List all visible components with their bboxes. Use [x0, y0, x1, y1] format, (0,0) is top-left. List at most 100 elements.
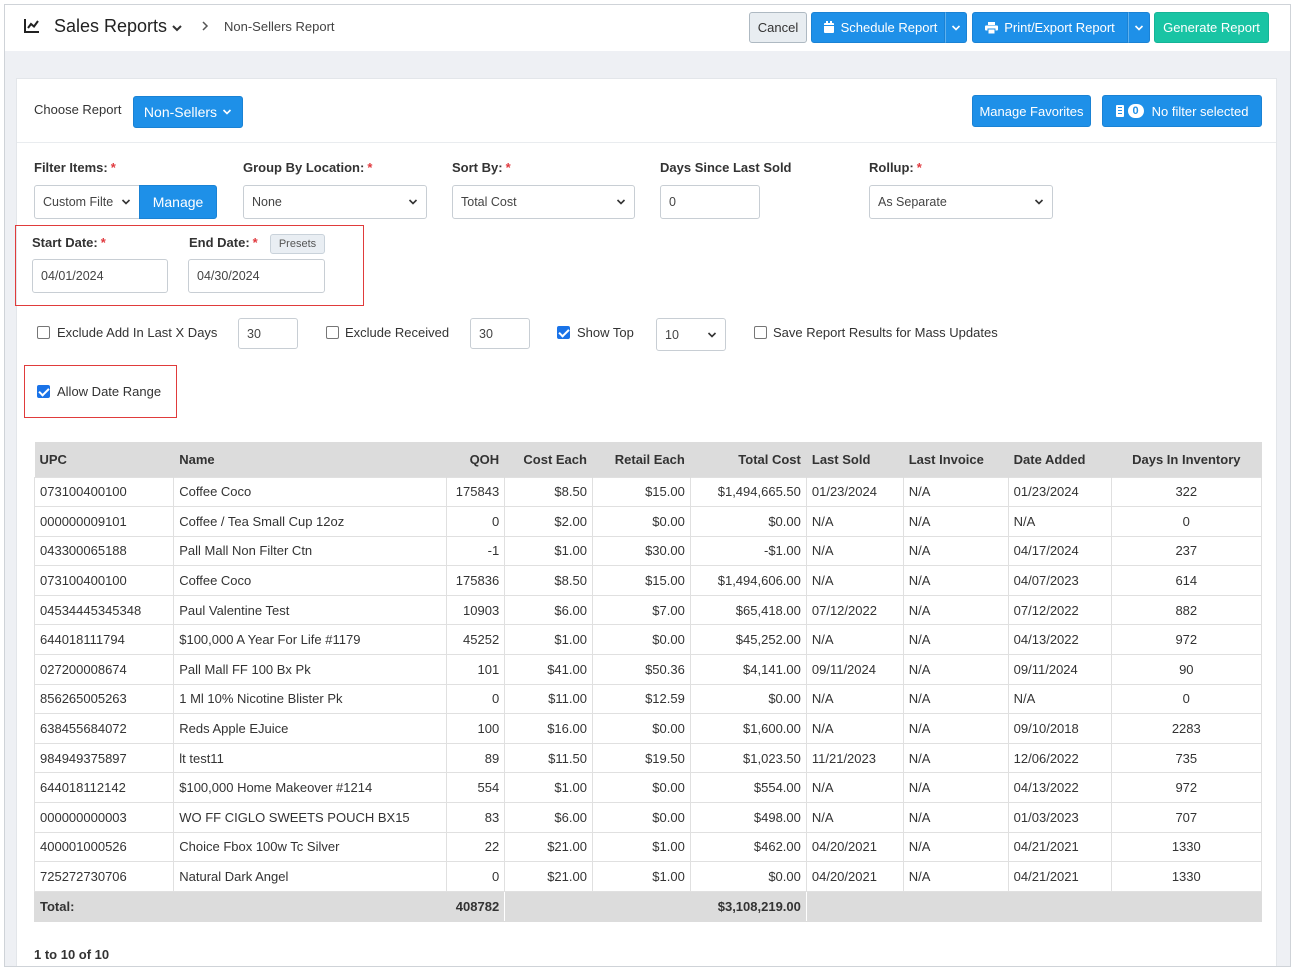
table-cell: $0.00: [591, 713, 691, 744]
table-cell: 04/07/2023: [1007, 565, 1112, 596]
table-row[interactable]: 644018112142 $100,000 Home Makeover #1214…: [33, 772, 1263, 804]
table-cell: N/A: [805, 772, 904, 804]
table-cell: $30.00: [591, 535, 691, 567]
cancel-button[interactable]: Cancel: [749, 12, 807, 43]
table-cell: 04/21/2021: [1007, 861, 1112, 892]
show-top-select[interactable]: 10: [656, 318, 726, 351]
report-table: UPC Name QOH Cost Each Retail Each Total…: [33, 442, 1263, 922]
table-cell: 10903: [445, 594, 506, 626]
table-cell: $1.00: [504, 624, 593, 656]
table-cell: $65,418.00: [689, 594, 807, 626]
filter-items-select[interactable]: Custom Filte: [34, 185, 140, 219]
start-date-label: Start Date: *: [32, 235, 106, 250]
group-by-select[interactable]: None: [243, 185, 427, 219]
presets-button[interactable]: Presets: [270, 234, 325, 254]
table-cell: N/A: [805, 565, 904, 596]
table-cell: 1330: [1110, 861, 1263, 892]
table-row[interactable]: 644018111794 $100,000 A Year For Life #11…: [33, 624, 1263, 656]
table-cell: N/A: [1007, 683, 1112, 715]
table-cell: $6.00: [504, 802, 593, 833]
table-cell: 644018112142: [33, 772, 175, 804]
table-row[interactable]: 984949375897 lt test11 89 $11.50 $19.50 $1,02…: [33, 742, 1263, 774]
table-cell: 735: [1110, 742, 1263, 774]
table-row[interactable]: 000000009101 Coffee / Tea Small Cup 12oz 0…: [33, 506, 1263, 537]
table-cell: 0: [445, 861, 506, 892]
column-header[interactable]: QOH: [446, 442, 506, 477]
table-cell: 000000009101: [33, 506, 175, 537]
table-row[interactable]: 000000000003 WO FF CIGLO SWEETS POUCH BX1…: [33, 802, 1263, 833]
schedule-report-label: Schedule Report: [840, 20, 938, 35]
table-row[interactable]: 725272730706 Natural Dark Angel 0 $21.00 $1.…: [33, 861, 1263, 892]
table-row[interactable]: 043300065188 Pall Mall Non Filter Ctn -1 $1…: [33, 535, 1263, 567]
column-header[interactable]: Retail Each: [592, 442, 691, 477]
table-cell: $1.00: [504, 535, 593, 567]
exclude-received-checkbox[interactable]: [326, 326, 339, 339]
table-row[interactable]: 400001000526 Choice Fbox 100w Tc Silver 22…: [33, 831, 1263, 863]
table-cell: $2.00: [504, 506, 593, 537]
exclude-add-checkbox[interactable]: [37, 326, 50, 339]
table-cell: N/A: [902, 742, 1009, 774]
table-cell: N/A: [902, 831, 1009, 863]
table-cell: 972: [1110, 772, 1263, 804]
table-row[interactable]: 073100400100 Coffee Coco 175843 $8.50 $15.00…: [33, 476, 1263, 508]
table-cell: Reds Apple EJuice: [173, 713, 447, 744]
table-cell: $1.00: [504, 772, 593, 804]
schedule-report-button[interactable]: Schedule Report: [811, 12, 945, 43]
show-top-value: 10: [665, 327, 679, 342]
table-cell: N/A: [805, 624, 904, 656]
table-cell: 07/12/2022: [1007, 594, 1112, 626]
table-cell: 175843: [445, 476, 506, 508]
table-cell: 90: [1110, 654, 1263, 685]
exclude-received-days-input[interactable]: 30: [470, 318, 530, 349]
table-row[interactable]: 04534445345348 Paul Valentine Test 10903 $6…: [33, 594, 1263, 626]
sort-by-select[interactable]: Total Cost: [452, 185, 635, 219]
column-header[interactable]: Name: [173, 442, 447, 477]
schedule-dropdown-toggle[interactable]: [945, 12, 967, 43]
table-row[interactable]: 027200008674 Pall Mall FF 100 Bx Pk 101 $41…: [33, 654, 1263, 685]
manage-favorites-button[interactable]: Manage Favorites: [972, 95, 1091, 127]
save-results-checkbox[interactable]: [754, 326, 767, 339]
column-header[interactable]: Total Cost: [690, 442, 807, 477]
column-header[interactable]: Days In Inventory: [1111, 442, 1263, 477]
table-cell: $1,494,665.50: [689, 476, 807, 508]
allow-date-range-checkbox[interactable]: [37, 385, 50, 398]
table-cell: $11.00: [504, 683, 593, 715]
table-cell: $100,000 Home Makeover #1214: [173, 772, 447, 804]
show-top-checkbox[interactable]: [557, 326, 570, 339]
chevron-down-icon[interactable]: [171, 21, 183, 36]
manage-filter-button[interactable]: Manage: [139, 185, 217, 219]
table-cell: 554: [445, 772, 506, 804]
table-row[interactable]: 638455684072 Reds Apple EJuice 100 $16.00 $0…: [33, 713, 1263, 744]
table-row[interactable]: 856265005263 1 Ml 10% Nicotine Blister Pk…: [33, 683, 1263, 715]
table-cell: 882: [1110, 594, 1263, 626]
rollup-select[interactable]: As Separate: [869, 185, 1053, 219]
table-cell: N/A: [902, 476, 1009, 508]
column-header[interactable]: UPC: [34, 442, 175, 477]
table-cell: N/A: [902, 624, 1009, 656]
days-since-input[interactable]: 0: [660, 185, 760, 219]
print-dropdown-toggle[interactable]: [1128, 12, 1150, 43]
column-header[interactable]: Last Invoice: [903, 442, 1009, 477]
table-cell: 83: [445, 802, 506, 833]
column-header[interactable]: Last Sold: [806, 442, 904, 477]
column-header[interactable]: Date Added: [1008, 442, 1112, 477]
table-cell: 0: [1110, 683, 1263, 715]
table-cell: -$1.00: [689, 535, 807, 567]
exclude-add-days-input[interactable]: 30: [238, 318, 298, 349]
table-cell: $0.00: [591, 802, 691, 833]
table-cell: $15.00: [591, 565, 691, 596]
column-header[interactable]: Cost Each: [504, 442, 593, 477]
table-cell: 707: [1110, 802, 1263, 833]
table-cell: 0: [1110, 506, 1263, 537]
filter-selector-button[interactable]: 0 No filter selected: [1102, 95, 1262, 127]
table-cell: N/A: [902, 565, 1009, 596]
sort-by-value: Total Cost: [461, 195, 517, 209]
table-cell: $0.00: [689, 683, 807, 715]
print-export-label: Print/Export Report: [1004, 20, 1115, 35]
print-export-button[interactable]: Print/Export Report: [972, 12, 1128, 43]
start-date-input[interactable]: 04/01/2024: [32, 259, 168, 293]
table-row[interactable]: 073100400100 Coffee Coco 175836 $8.50 $15.00…: [33, 565, 1263, 596]
generate-report-button[interactable]: Generate Report: [1154, 12, 1269, 43]
report-type-dropdown[interactable]: Non-Sellers: [133, 96, 243, 128]
end-date-input[interactable]: 04/30/2024: [188, 259, 325, 293]
